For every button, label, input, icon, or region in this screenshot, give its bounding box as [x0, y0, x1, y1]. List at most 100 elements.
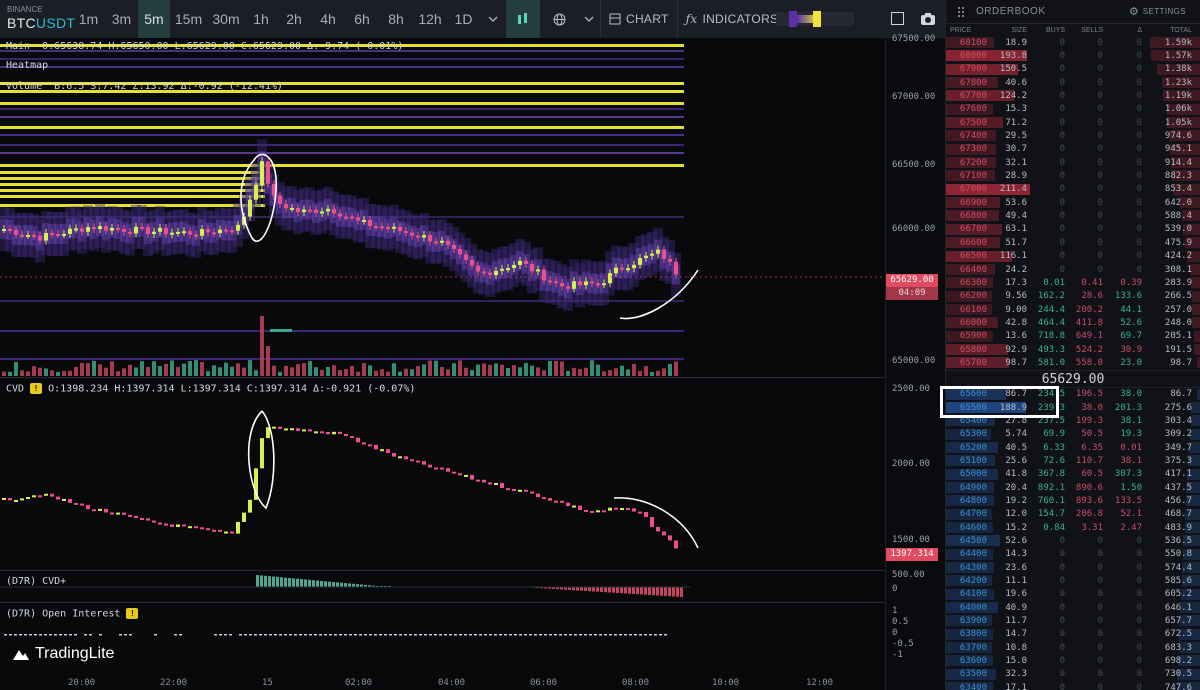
orderbook-row[interactable]: 68100 18.9 0 0 0 1.59k	[946, 36, 1200, 49]
orderbook-row[interactable]: 65100 25.6 72.6 110.7 38.1 375.3	[946, 454, 1200, 467]
orderbook-row[interactable]: 63900 11.7 0 0 0 657.7	[946, 614, 1200, 627]
brand-name: TradingLite	[35, 645, 115, 662]
orderbook-row[interactable]: 67900 150.5 0 0 0 1.38k	[946, 63, 1200, 76]
slider-handle-high[interactable]	[813, 11, 821, 27]
orderbook-row[interactable]: 63600 15.0 0 0 0 698.2	[946, 654, 1200, 667]
cell-sells: 0	[1097, 224, 1103, 235]
price-axis[interactable]: 67500.0067000.0066500.0066000.0065500.00…	[885, 34, 945, 690]
crosshair-button[interactable]	[540, 0, 578, 38]
timeframe-dropdown[interactable]	[480, 0, 506, 38]
fullscreen-button[interactable]	[891, 12, 904, 25]
timeframe-4h[interactable]: 4h	[311, 0, 345, 38]
pane-divider[interactable]	[0, 377, 945, 378]
heatmap-range-slider[interactable]	[776, 11, 854, 27]
orderbook-row[interactable]: 66600 51.7 0 0 0 475.9	[946, 236, 1200, 249]
orderbook-row[interactable]: 64600 15.2 0.84 3.31 2.47 483.9	[946, 521, 1200, 534]
orderbook-row[interactable]: 65300 5.74 69.9 50.5 19.3 309.2	[946, 428, 1200, 441]
candle	[140, 226, 144, 229]
timeframe-15m[interactable]: 15m	[170, 0, 207, 38]
orderbook-row[interactable]: 66500 116.1 0 0 0 424.2	[946, 250, 1200, 263]
liquidity-level	[0, 134, 684, 136]
orderbook-row[interactable]: 67400 29.5 0 0 0 974.6	[946, 129, 1200, 142]
orderbook-row[interactable]: 64100 19.6 0 0 0 605.2	[946, 588, 1200, 601]
timeframe-2h[interactable]: 2h	[277, 0, 311, 38]
orderbook-row[interactable]: 66800 49.4 0 0 0 588.4	[946, 209, 1200, 222]
chart-canvas[interactable]	[0, 38, 885, 675]
orderbook-row[interactable]: 65200 40.5 6.33 6.35 0.01 349.7	[946, 441, 1200, 454]
orderbook-row[interactable]: 64700 12.0 154.7 206.8 52.1 468.7	[946, 508, 1200, 521]
cell-sells: 0	[1097, 51, 1103, 62]
camera-icon[interactable]	[920, 12, 936, 26]
volume-bar	[620, 365, 624, 376]
liquidity-level	[0, 171, 265, 174]
orderbook-row[interactable]: 64500 52.6 0 0 0 536.5	[946, 534, 1200, 547]
liquidity-level	[0, 330, 684, 332]
timezone-dropdown[interactable]	[578, 0, 600, 38]
cell-delta: 0	[1136, 144, 1142, 155]
timeframe-1D[interactable]: 1D	[447, 0, 480, 38]
chart-type-button[interactable]	[506, 0, 540, 38]
orderbook-row[interactable]: 67300 30.7 0 0 0 945.1	[946, 143, 1200, 156]
cvd-candle	[32, 495, 36, 498]
cvd-candle	[146, 518, 150, 521]
timeframe-1m[interactable]: 1m	[72, 0, 105, 38]
orderbook-row[interactable]: 66400 24.2 0 0 0 308.1	[946, 263, 1200, 276]
timeframe-30m[interactable]: 30m	[207, 0, 245, 38]
orderbook-row[interactable]: 63700 10.8 0 0 0 683.3	[946, 641, 1200, 654]
indicators-button[interactable]: ƒx INDICATORS	[678, 0, 787, 38]
orderbook-row[interactable]: 64400 14.3 0 0 0 550.8	[946, 548, 1200, 561]
timeframe-12h[interactable]: 12h	[413, 0, 447, 38]
cell-price: 66600	[959, 237, 987, 248]
orderbook-row[interactable]: 67700 124.2 0 0 0 1.19k	[946, 89, 1200, 102]
orderbook-row[interactable]: 67000 211.4 0 0 0 853.4	[946, 183, 1200, 196]
chart-area[interactable]: Main O:65638.74 H:65650.00 L:65629.00 C:…	[0, 38, 945, 690]
orderbook-row[interactable]: 66100 9.00 244.4 200.2 44.1 257.0	[946, 303, 1200, 316]
cvd-candle	[50, 493, 54, 497]
orderbook-row[interactable]: 64800 19.2 760.1 893.6 133.5 456.7	[946, 494, 1200, 507]
orderbook-row[interactable]: 66300 17.3 0.01 0.41 0.39 283.9	[946, 276, 1200, 289]
timeframe-8h[interactable]: 8h	[379, 0, 413, 38]
orderbook-row[interactable]: 66700 63.1 0 0 0 539.0	[946, 223, 1200, 236]
settings-button[interactable]: ⚙ SETTINGS	[1129, 5, 1186, 18]
cell-price: 65900	[959, 331, 987, 342]
orderbook-row[interactable]: 65900 13.6 718.8 649.1 69.7 205.1	[946, 330, 1200, 343]
timeframe-3m[interactable]: 3m	[105, 0, 138, 38]
orderbook-row[interactable]: 66000 42.8 464.4 411.8 52.6 248.0	[946, 316, 1200, 329]
orderbook-row[interactable]: 63800 14.7 0 0 0 672.5	[946, 628, 1200, 641]
orderbook-row[interactable]: 67800 40.6 0 0 0 1.23k	[946, 76, 1200, 89]
pane-divider[interactable]	[0, 602, 945, 603]
cell-price: 65700	[959, 357, 987, 368]
timeframe-1h[interactable]: 1h	[245, 0, 277, 38]
price-axis-label: 67000.00	[892, 92, 936, 102]
orderbook-row[interactable]: 65000 41.8 367.8 60.5 307.3 417.1	[946, 468, 1200, 481]
pane-divider[interactable]	[0, 570, 945, 571]
orderbook-row[interactable]: 67200 32.1 0 0 0 914.4	[946, 156, 1200, 169]
orderbook-row[interactable]: 63500 32.3 0 0 0 730.5	[946, 668, 1200, 681]
timeframe-5m[interactable]: 5m	[138, 0, 170, 38]
drag-handle-icon[interactable]	[958, 6, 968, 17]
orderbook-row[interactable]: 64200 11.1 0 0 0 585.6	[946, 574, 1200, 587]
orderbook-row[interactable]: 63400 17.1 0 0 0 747.6	[946, 681, 1200, 690]
orderbook-row[interactable]: 64300 23.6 0 0 0 574.4	[946, 561, 1200, 574]
timeframe-6h[interactable]: 6h	[345, 0, 379, 38]
time-axis[interactable]: 20:00 22:00 15 02:00 04:00 06:00 08:00 10:00 12:…	[0, 675, 885, 690]
orderbook-row[interactable]: 67600 15.3 0 0 0 1.06k	[946, 103, 1200, 116]
symbol-selector[interactable]: BINANCE BTCUSDT	[0, 6, 75, 32]
orderbook-row[interactable]: 66200 9.56 162.2 28.6 133.6 266.5	[946, 290, 1200, 303]
slider-handle-low[interactable]	[789, 11, 797, 27]
cell-buys: 892.1	[1037, 482, 1065, 493]
cell-buys: 0	[1059, 616, 1065, 627]
orderbook-row[interactable]: 66900 53.6 0 0 0 642.0	[946, 196, 1200, 209]
orderbook-row[interactable]: 65800 92.9 493.3 524.2 30.9 191.5	[946, 343, 1200, 356]
cell-total: 605.2	[1164, 589, 1192, 600]
chart-settings-button[interactable]: CHART	[601, 0, 677, 38]
orderbook-row[interactable]: 67100 28.9 0 0 0 882.3	[946, 169, 1200, 182]
orderbook-row[interactable]: 67500 71.2 0 0 0 1.05k	[946, 116, 1200, 129]
cell-sells: 0	[1097, 237, 1103, 248]
orderbook-row[interactable]: 64900 20.4 892.1 890.6 1.50 437.5	[946, 481, 1200, 494]
cvd-candle	[176, 524, 180, 527]
orderbook-row[interactable]: 64000 40.9 0 0 0 646.1	[946, 601, 1200, 614]
oi-mark	[459, 634, 462, 636]
orderbook-row[interactable]: 65700 98.7 581.0 558.0 23.0 98.7	[946, 356, 1200, 369]
orderbook-row[interactable]: 68000 193.8 0 0 0 1.57k	[946, 49, 1200, 62]
